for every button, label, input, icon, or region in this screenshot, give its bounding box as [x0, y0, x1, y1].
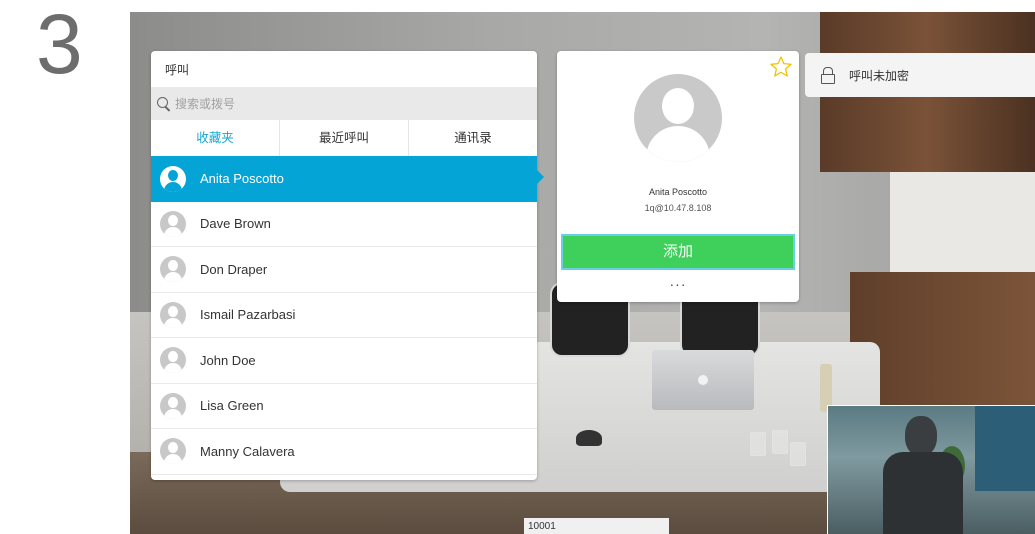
contact-row[interactable]: Lisa Green: [151, 383, 537, 429]
glass: [790, 442, 806, 466]
contact-row[interactable]: Ismail Pazarbasi: [151, 292, 537, 338]
contact-name: Anita Poscotto: [200, 171, 284, 187]
lock-icon: [821, 67, 835, 84]
tab-directory[interactable]: 通讯录: [409, 120, 537, 156]
contact-name: John Doe: [200, 352, 256, 368]
avatar-icon: [160, 347, 186, 374]
encryption-label: 呼叫未加密: [849, 68, 910, 83]
avatar-icon: [160, 165, 186, 192]
avatar-icon: [160, 392, 186, 419]
contact-list: Anita Poscotto Dave Brown Don Draper Ism…: [151, 156, 537, 475]
call-panel: 呼叫 收藏夹 最近呼叫 通讯录 Anita Poscotto Dave Brow…: [151, 51, 537, 480]
more-options-button[interactable]: ···: [557, 276, 799, 292]
tab-bar: 收藏夹 最近呼叫 通讯录: [151, 120, 537, 156]
tab-favorites[interactable]: 收藏夹: [151, 120, 280, 156]
tab-recent[interactable]: 最近呼叫: [280, 120, 409, 156]
contact-name: Dave Brown: [200, 216, 271, 232]
contact-row[interactable]: Anita Poscotto: [151, 156, 537, 202]
glass: [772, 430, 788, 454]
contact-name: Manny Calavera: [200, 443, 295, 459]
self-view-person: [883, 416, 963, 534]
contact-row[interactable]: Don Draper: [151, 247, 537, 293]
laptop-logo: [698, 375, 708, 385]
contact-avatar-icon: [634, 74, 722, 162]
contact-card: Anita Poscotto 1q@10.47.8.108 添加 ···: [557, 51, 799, 302]
encryption-status: 呼叫未加密: [805, 53, 1035, 97]
avatar-icon: [160, 438, 186, 465]
laptop: [652, 350, 754, 410]
person-head: [905, 416, 937, 456]
person-body: [883, 452, 963, 534]
search-icon: [155, 95, 173, 113]
contact-row[interactable]: Manny Calavera: [151, 429, 537, 475]
contact-name: Lisa Green: [200, 398, 264, 414]
self-view-wall: [975, 406, 1035, 491]
video-caption: 10001: [524, 518, 669, 534]
avatar-icon: [160, 256, 186, 283]
self-view-video[interactable]: [827, 405, 1035, 534]
contact-row[interactable]: Dave Brown: [151, 201, 537, 247]
panel-title: 呼叫: [165, 63, 190, 77]
avatar-icon: [160, 301, 186, 328]
conference-speaker: [576, 430, 602, 446]
card-contact-name: Anita Poscotto: [648, 187, 708, 197]
search-input[interactable]: [175, 96, 475, 111]
card-contact-address: 1q@10.47.8.108: [644, 203, 712, 213]
selection-pointer: [537, 170, 544, 184]
glass: [750, 432, 766, 456]
contact-name: Don Draper: [200, 261, 268, 277]
search-box[interactable]: [151, 87, 537, 120]
star-icon[interactable]: [769, 55, 793, 79]
avatar-icon: [160, 210, 186, 237]
add-button[interactable]: 添加: [561, 234, 795, 270]
contact-name: Ismail Pazarbasi: [200, 307, 296, 323]
room-wall-right: [890, 172, 1035, 272]
step-number: 3: [36, 0, 83, 91]
contact-row[interactable]: John Doe: [151, 338, 537, 384]
